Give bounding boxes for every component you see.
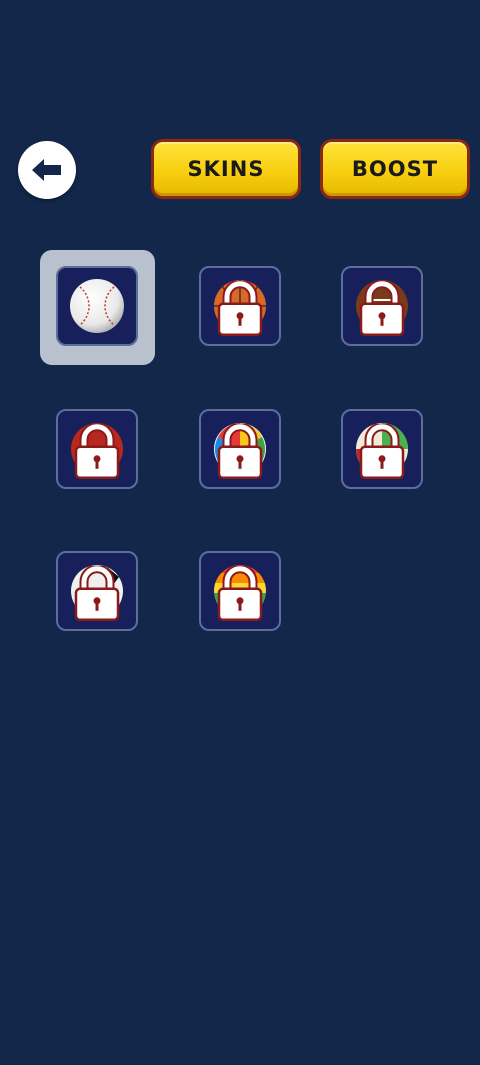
skin-slot-beach-ball[interactable] — [199, 409, 281, 489]
lock-icon — [74, 565, 120, 622]
tab-skins[interactable]: SKINS — [151, 139, 301, 199]
lock-icon — [217, 423, 263, 480]
skin-slot-rainbow-ball[interactable] — [199, 551, 281, 631]
lock-icon — [359, 423, 405, 480]
skin-slot-soccer-ball[interactable] — [56, 551, 138, 631]
back-button[interactable] — [18, 141, 76, 199]
baseball-icon — [70, 279, 124, 333]
tab-boost-label: BOOST — [323, 142, 467, 196]
tab-boost[interactable]: BOOST — [320, 139, 470, 199]
skin-slot-red-ball[interactable] — [56, 409, 138, 489]
skin-slot-basketball[interactable] — [199, 266, 281, 346]
skin-slot-baseball[interactable] — [56, 266, 138, 346]
lock-icon — [217, 565, 263, 622]
skin-slot-volleyball[interactable] — [341, 409, 423, 489]
lock-icon — [74, 423, 120, 480]
tab-skins-label: SKINS — [154, 142, 298, 196]
arrow-left-icon — [32, 159, 61, 181]
skin-slot-football[interactable] — [341, 266, 423, 346]
lock-icon — [359, 280, 405, 337]
lock-icon — [217, 280, 263, 337]
